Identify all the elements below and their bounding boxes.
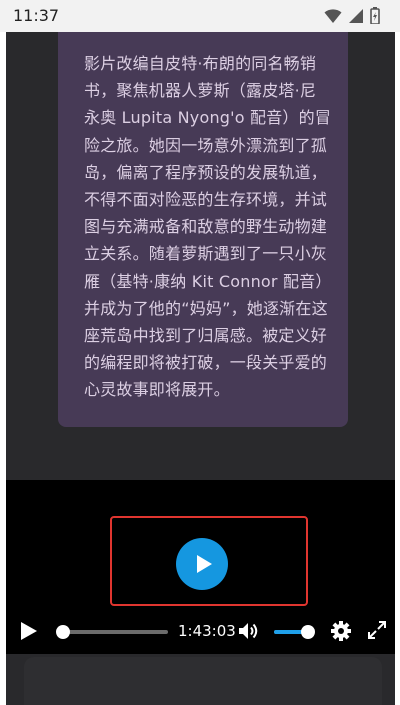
gear-icon[interactable] — [330, 620, 352, 642]
progress-thumb[interactable] — [56, 625, 71, 639]
volume-icon[interactable] — [237, 620, 261, 642]
battery-icon — [370, 7, 380, 24]
volume-slider[interactable] — [274, 625, 316, 639]
description-card: 影片改编自皮特·布朗的同名畅销书，聚焦机器人萝斯（露皮塔·尼永奥 Lupita … — [58, 32, 348, 427]
next-content-card — [24, 657, 382, 705]
wifi-icon — [324, 8, 342, 23]
player-controls: 1:43:03 — [6, 610, 395, 650]
status-time: 11:37 — [13, 6, 60, 25]
fullscreen-icon[interactable] — [367, 620, 387, 640]
play-icon — [197, 555, 212, 573]
play-icon[interactable] — [18, 620, 40, 642]
volume-thumb[interactable] — [301, 625, 316, 639]
big-play-button[interactable] — [176, 538, 228, 590]
duration-label: 1:43:03 — [178, 622, 236, 640]
app-frame: 影片改编自皮特·布朗的同名畅销书，聚焦机器人萝斯（露皮塔·尼永奥 Lupita … — [6, 32, 395, 705]
progress-bar[interactable] — [56, 625, 168, 639]
video-player[interactable]: 1:43:03 — [6, 480, 395, 654]
description-text: 影片改编自皮特·布朗的同名畅销书，聚焦机器人萝斯（露皮塔·尼永奥 Lupita … — [84, 54, 332, 400]
status-icons — [324, 7, 380, 24]
status-bar: 11:37 — [0, 0, 400, 32]
signal-icon — [349, 8, 363, 23]
